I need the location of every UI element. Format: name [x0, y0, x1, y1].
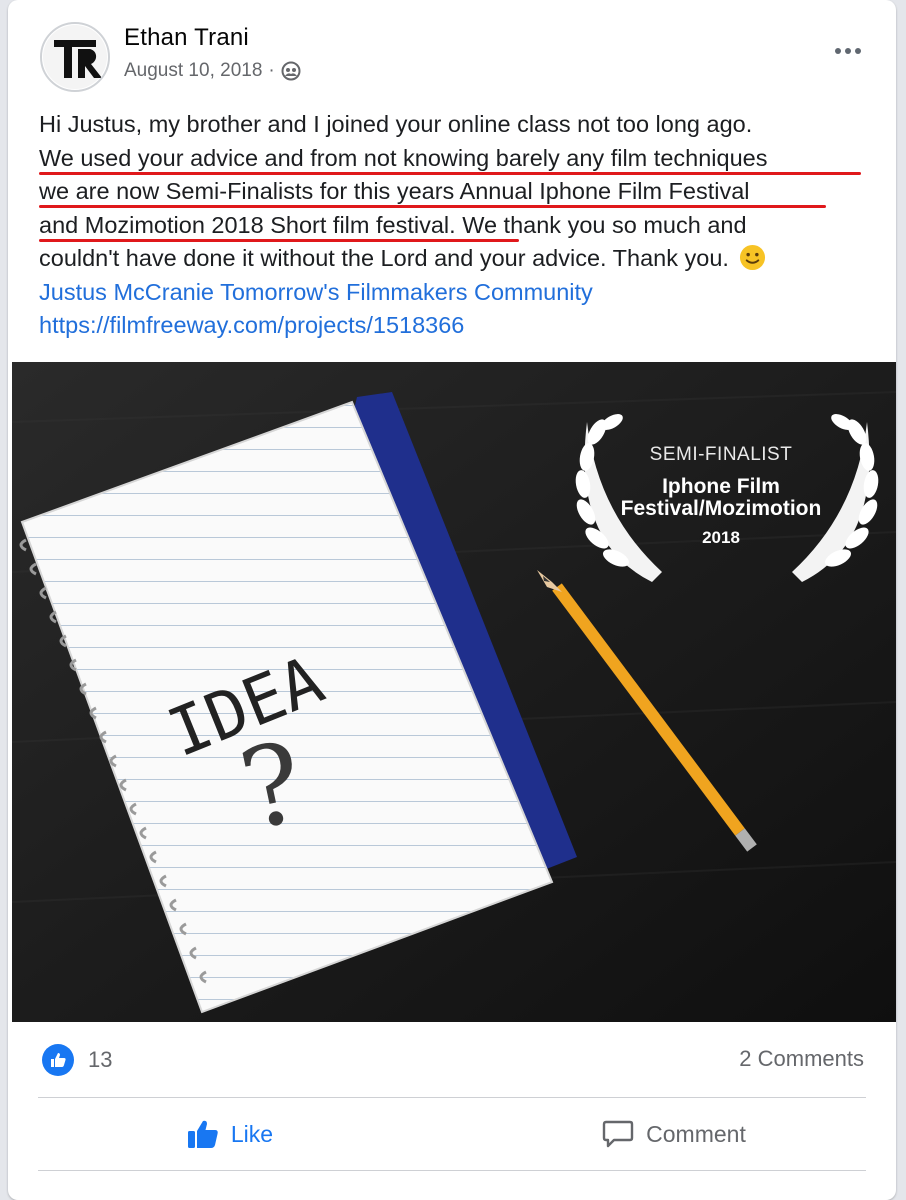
like-reaction-icon — [42, 1044, 74, 1076]
laurel-festival-line1: Iphone Film — [662, 475, 780, 498]
action-bar: Like Comment — [8, 1110, 896, 1158]
author-name[interactable]: Ethan Trani — [124, 24, 249, 52]
avatar-logo-icon — [43, 25, 107, 89]
highlighted-text: and Mozimotion 2018 Short film festival. — [39, 211, 456, 238]
divider — [38, 1170, 866, 1171]
comments-count[interactable]: 2 Comments — [739, 1046, 864, 1072]
thumbs-up-icon — [187, 1120, 218, 1148]
like-button[interactable]: Like — [8, 1110, 452, 1158]
filmfreeway-link[interactable]: https://filmfreeway.com/projects/1518366 — [39, 309, 885, 343]
highlighted-text: we are now Semi-Finalists for this years… — [39, 178, 750, 204]
like-count: 13 — [88, 1047, 113, 1072]
laurel-festival-line2: Festival/Mozimotion — [620, 497, 822, 520]
divider — [38, 1097, 866, 1098]
post-text-line: we are now Semi-Finalists for this years… — [39, 175, 885, 209]
post-meta: August 10, 2018 · — [124, 60, 301, 82]
dot — [845, 48, 851, 54]
highlighted-text: We used your advice and from not knowing… — [39, 144, 768, 171]
post-image[interactable]: IDEA ? SEMI-FINALIST Iphone Film Festiva… — [12, 362, 896, 1022]
post-text-content: couldn't have done it without the Lord a… — [39, 245, 729, 271]
like-label: Like — [230, 1120, 274, 1147]
dot — [835, 48, 841, 54]
comment-label: Comment — [646, 1120, 746, 1147]
post-text-line: We used your advice and from not knowing… — [39, 142, 885, 176]
slightly-smiling-face-emoji — [740, 244, 766, 271]
post-text-line: and Mozimotion 2018 Short film festival.… — [39, 209, 885, 243]
reactions-summary[interactable]: 13 — [42, 1044, 112, 1076]
post-card: Ethan Trani August 10, 2018 · Hi Justus,… — [8, 0, 896, 1200]
post-text-line: Hi Justus, my brother and I joined your … — [39, 111, 753, 137]
more-options-button[interactable] — [828, 36, 868, 66]
post-text: Hi Justus, my brother and I joined your … — [39, 108, 885, 343]
comment-icon — [602, 1120, 634, 1148]
red-underline — [39, 238, 519, 242]
post-text-tail: We thank you so much and — [455, 211, 747, 238]
tagged-pages-link[interactable]: Justus McCranie Tomorrow's Filmmakers Co… — [39, 276, 885, 310]
post-text-line: couldn't have done it without the Lord a… — [39, 242, 885, 276]
friends-icon[interactable] — [281, 61, 301, 81]
meta-separator: · — [268, 60, 275, 81]
comment-button[interactable]: Comment — [452, 1110, 896, 1158]
author-avatar[interactable] — [40, 22, 110, 92]
laurel-year: 2018 — [702, 528, 740, 547]
post-date[interactable]: August 10, 2018 — [124, 60, 262, 82]
dot — [855, 48, 861, 54]
laurel-title: SEMI-FINALIST — [649, 444, 793, 465]
